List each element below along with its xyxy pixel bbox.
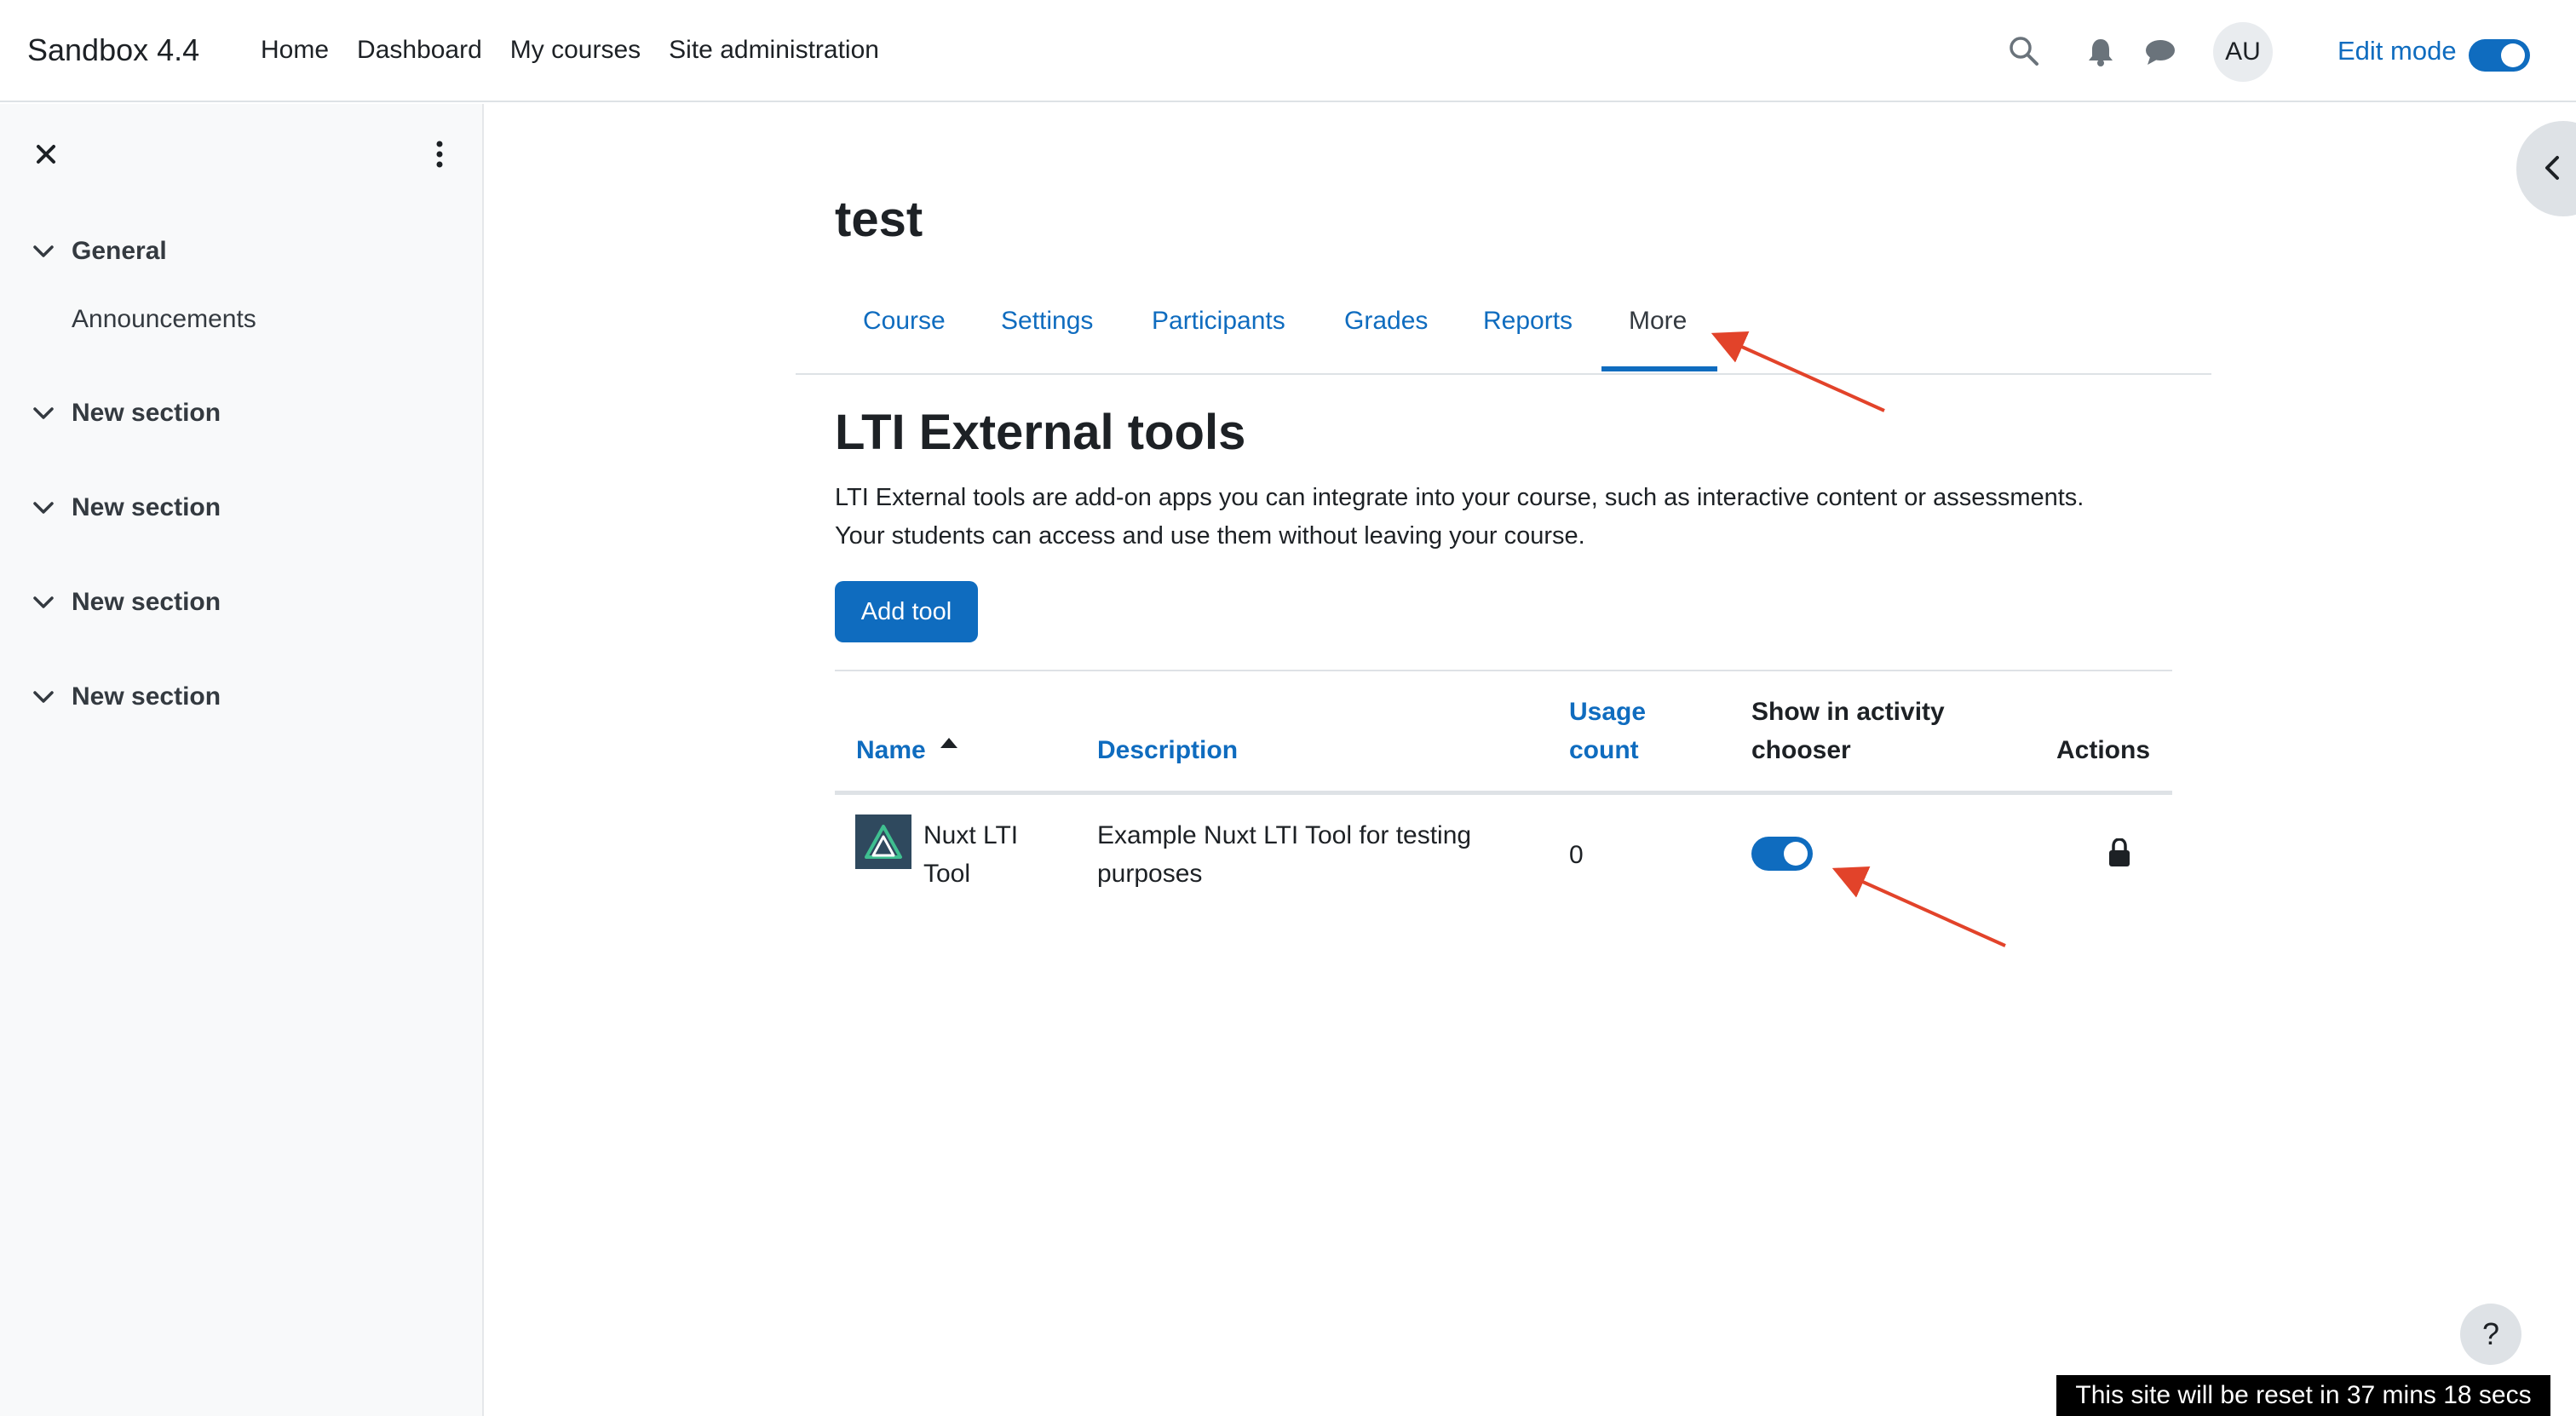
header-line: chooser — [1751, 736, 1851, 764]
annotation-arrow-toggle — [1831, 866, 2006, 947]
tool-logo — [855, 814, 911, 869]
header-line: Usage — [1569, 698, 1647, 726]
section-label: New section — [72, 493, 221, 521]
description-line: LTI External tools are add-on apps you c… — [835, 484, 2084, 511]
show-in-activity-chooser-toggle[interactable] — [1751, 837, 1813, 871]
chevron-down-icon[interactable] — [32, 245, 55, 258]
user-avatar[interactable]: AU — [2213, 22, 2273, 82]
tool-name[interactable]: Nuxt LTI Tool — [923, 816, 1018, 893]
header-line: Show in activity — [1751, 698, 1945, 726]
primary-navigation: Home Dashboard My courses Site administr… — [261, 36, 907, 65]
section-label: New section — [72, 682, 221, 711]
tool-name-line: Tool — [923, 860, 971, 888]
sort-ascending-icon[interactable] — [940, 738, 957, 748]
description-line: Your students can access and use them wi… — [835, 522, 1585, 550]
chat-icon[interactable] — [2145, 38, 2176, 66]
column-header-name[interactable]: Name — [856, 731, 926, 769]
course-section-new-2[interactable]: New section — [32, 493, 221, 522]
chevron-down-icon[interactable] — [32, 690, 55, 704]
section-item-announcements[interactable]: Announcements — [72, 305, 256, 334]
nav-link-dashboard[interactable]: Dashboard — [357, 36, 482, 65]
table-divider — [835, 670, 2172, 671]
chevron-down-icon[interactable] — [32, 501, 55, 515]
section-label: New section — [72, 399, 221, 427]
column-header-actions: Actions — [2056, 736, 2151, 764]
open-block-drawer-button[interactable] — [2516, 121, 2576, 216]
tab-participants[interactable]: Participants — [1152, 307, 1285, 336]
nav-link-home[interactable]: Home — [261, 36, 329, 65]
edit-mode-label[interactable]: Edit mode — [2337, 36, 2457, 66]
tool-name-line: Nuxt LTI — [923, 821, 1019, 849]
lock-icon — [2109, 838, 2130, 866]
course-section-new-3[interactable]: New section — [32, 588, 221, 617]
course-title: test — [835, 192, 923, 247]
course-section-new-1[interactable]: New section — [32, 399, 221, 428]
tab-course[interactable]: Course — [863, 307, 946, 336]
section-label: General — [72, 237, 167, 265]
tab-settings[interactable]: Settings — [1001, 307, 1093, 336]
tool-usage-count: 0 — [1569, 841, 1584, 869]
nuxt-logo-icon — [865, 825, 902, 859]
chevron-down-icon[interactable] — [32, 596, 55, 609]
tab-reports[interactable]: Reports — [1483, 307, 1573, 336]
page-heading: LTI External tools — [835, 405, 1246, 460]
course-secondary-navigation: Course Settings Participants Grades Repo… — [796, 300, 2211, 375]
column-header-show-in-chooser: Show in activity chooser — [1751, 693, 1945, 769]
search-icon[interactable] — [2009, 36, 2039, 66]
course-section-general[interactable]: General — [32, 237, 167, 266]
tab-grades[interactable]: Grades — [1344, 307, 1428, 336]
help-button[interactable]: ? — [2460, 1304, 2521, 1365]
tool-description-line: purposes — [1097, 860, 1203, 888]
course-section-new-4[interactable]: New section — [32, 682, 221, 711]
site-brand[interactable]: Sandbox 4.4 — [27, 32, 199, 68]
site-reset-notice: This site will be reset in 37 mins 18 se… — [2056, 1375, 2550, 1416]
close-icon[interactable] — [34, 142, 58, 166]
chevron-down-icon[interactable] — [32, 406, 55, 420]
tab-more[interactable]: More — [1629, 307, 1687, 336]
tool-description-line: Example Nuxt LTI Tool for testing — [1097, 821, 1472, 849]
header-line: count — [1569, 736, 1639, 764]
edit-mode-toggle[interactable] — [2469, 39, 2530, 72]
nav-link-my-courses[interactable]: My courses — [510, 36, 641, 65]
chevron-left-icon — [2545, 156, 2559, 180]
kebab-menu-icon[interactable] — [433, 140, 446, 169]
column-header-description[interactable]: Description — [1097, 731, 1238, 769]
nav-link-site-administration[interactable]: Site administration — [669, 36, 879, 65]
bell-icon[interactable] — [2087, 37, 2114, 66]
page-description: LTI External tools are add-on apps you c… — [835, 479, 2198, 555]
top-navbar: Sandbox 4.4 Home Dashboard My courses Si… — [0, 0, 2576, 102]
course-index-drawer: General Announcements New section New se… — [0, 104, 484, 1416]
section-label: New section — [72, 588, 221, 616]
tool-description: Example Nuxt LTI Tool for testing purpos… — [1097, 816, 1471, 893]
add-tool-button[interactable]: Add tool — [835, 581, 978, 642]
column-header-usage-count[interactable]: Usage count — [1569, 693, 1646, 769]
table-header-divider — [835, 791, 2172, 795]
active-tab-indicator — [1601, 366, 1717, 371]
